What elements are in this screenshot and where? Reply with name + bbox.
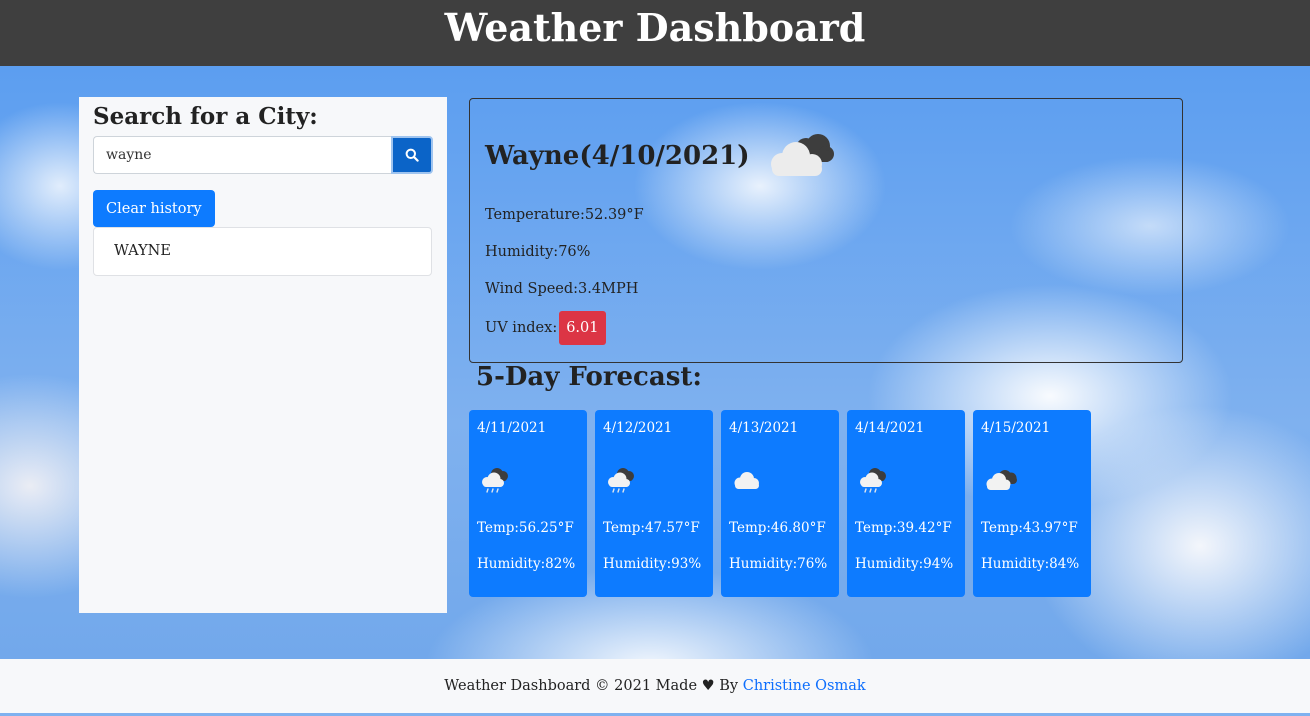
forecast-date: 4/15/2021: [981, 420, 1051, 436]
rain-cloud-icon: [860, 468, 886, 493]
current-wind-speed: Wind Speed:3.4MPH: [485, 281, 639, 297]
cloud-icon: [986, 470, 1017, 490]
forecast-temp: Temp:39.42°F: [855, 520, 952, 536]
current-humidity: Humidity:76%: [485, 244, 591, 260]
forecast-card: 4/14/2021 Temp:39.42°F Humidity:94%: [847, 410, 965, 597]
current-city-date: Wayne(4/10/2021): [485, 141, 750, 171]
current-weather-panel: Wayne(4/10/2021) Temperature:52.39°F Hum…: [469, 98, 1183, 363]
forecast-cards: 4/11/2021 Temp:56.25°F Humidity:82% 4/12…: [469, 410, 1091, 597]
forecast-temp: Temp:46.80°F: [729, 520, 826, 536]
cloud-icon: [734, 472, 759, 489]
current-temperature: Temperature:52.39°F: [485, 207, 644, 223]
forecast-date: 4/11/2021: [477, 420, 547, 436]
rain-cloud-icon: [608, 468, 634, 493]
forecast-humidity: Humidity:94%: [855, 556, 954, 572]
forecast-date: 4/14/2021: [855, 420, 925, 436]
page-footer: Weather Dashboard © 2021 Made ♥ By Chris…: [0, 659, 1310, 713]
search-icon: [405, 148, 419, 162]
search-button[interactable]: [391, 136, 433, 174]
forecast-date: 4/12/2021: [603, 420, 673, 436]
page-header: Weather Dashboard: [0, 0, 1310, 66]
history-item[interactable]: WAYNE: [94, 228, 431, 275]
cloud-icon: [770, 134, 834, 176]
forecast-card: 4/12/2021 Temp:47.57°F Humidity:93%: [595, 410, 713, 597]
forecast-title: 5-Day Forecast:: [476, 362, 702, 392]
uv-index-label: UV index:: [485, 320, 558, 336]
forecast-date: 4/13/2021: [729, 420, 799, 436]
author-link[interactable]: Christine Osmak: [743, 678, 866, 694]
uv-index-row: UV index: 6.01: [485, 311, 1167, 345]
page-title: Weather Dashboard: [444, 5, 866, 50]
forecast-temp: Temp:47.57°F: [603, 520, 700, 536]
forecast-humidity: Humidity:82%: [477, 556, 576, 572]
search-row: [93, 136, 433, 174]
forecast-humidity: Humidity:93%: [603, 556, 702, 572]
forecast-temp: Temp:43.97°F: [981, 520, 1078, 536]
heart-icon: ♥: [701, 678, 715, 694]
footer-text: Weather Dashboard © 2021 Made: [444, 678, 698, 694]
clear-history-button[interactable]: Clear history: [93, 190, 215, 227]
forecast-temp: Temp:56.25°F: [477, 520, 574, 536]
forecast-card: 4/11/2021 Temp:56.25°F Humidity:82%: [469, 410, 587, 597]
forecast-humidity: Humidity:84%: [981, 556, 1080, 572]
city-search-input[interactable]: [93, 136, 391, 174]
search-sidebar: Search for a City: Clear history WAYNE: [79, 97, 447, 613]
rain-cloud-icon: [482, 468, 508, 493]
forecast-humidity: Humidity:76%: [729, 556, 828, 572]
forecast-card: 4/13/2021 Temp:46.80°F Humidity:76%: [721, 410, 839, 597]
search-history-list: WAYNE: [93, 227, 432, 276]
footer-by: By: [719, 678, 739, 694]
forecast-card: 4/15/2021 Temp:43.97°F Humidity:84%: [973, 410, 1091, 597]
uv-index-badge: 6.01: [559, 311, 606, 345]
search-heading: Search for a City:: [93, 103, 318, 130]
